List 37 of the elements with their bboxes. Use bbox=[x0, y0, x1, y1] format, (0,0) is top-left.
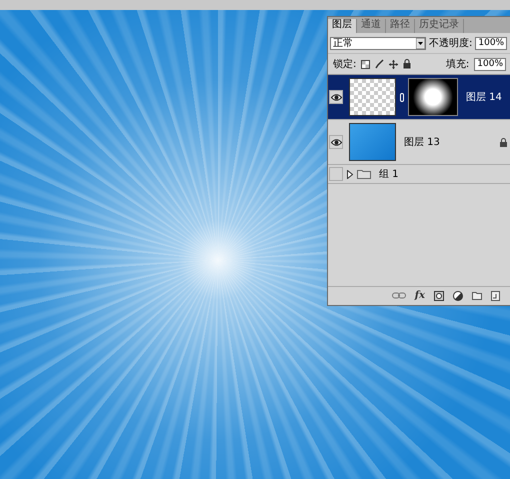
layer-name: 图层 14 bbox=[466, 91, 502, 104]
new-layer-icon[interactable] bbox=[491, 290, 500, 300]
layer-thumbnail bbox=[349, 123, 396, 161]
move-icon[interactable] bbox=[389, 60, 398, 68]
expand-triangle-icon[interactable] bbox=[347, 170, 353, 178]
link-icon[interactable] bbox=[392, 292, 406, 299]
panel-tab[interactable]: 历史记录 bbox=[415, 19, 464, 33]
opacity-field[interactable]: 100% bbox=[475, 36, 508, 50]
fill-field[interactable]: 100% bbox=[474, 58, 506, 70]
fill-label: 填充: bbox=[446, 58, 470, 71]
eye-icon bbox=[330, 138, 342, 146]
folder-icon[interactable] bbox=[472, 292, 482, 300]
folder-icon bbox=[357, 169, 371, 179]
adjustment-icon[interactable] bbox=[453, 290, 463, 300]
layer-row[interactable]: 图层 13 bbox=[328, 120, 510, 165]
layer-name: 图层 13 bbox=[404, 136, 440, 149]
mask-icon[interactable] bbox=[434, 290, 444, 300]
panel-tab[interactable]: 通道 bbox=[357, 19, 386, 33]
visibility-toggle[interactable] bbox=[329, 135, 343, 149]
blend-mode-dropdown[interactable]: 正常 bbox=[330, 36, 426, 50]
transparent-thumbnail bbox=[349, 78, 396, 116]
eye-icon bbox=[330, 94, 342, 100]
caret-icon bbox=[416, 38, 425, 48]
panel-tab[interactable]: 路径 bbox=[386, 19, 415, 33]
panel-tab[interactable]: 图层 bbox=[328, 19, 357, 33]
opacity-label: 不透明度: bbox=[429, 36, 472, 50]
lock-transparency-icon[interactable] bbox=[361, 60, 370, 68]
layer-row[interactable]: 组 1 bbox=[328, 165, 510, 184]
lock-icon[interactable] bbox=[403, 59, 412, 69]
lock-label: 锁定: bbox=[333, 58, 356, 71]
chain-link-icon bbox=[400, 92, 404, 102]
visibility-toggle[interactable] bbox=[329, 167, 343, 181]
layer-style-button[interactable]: fx bbox=[414, 290, 425, 301]
brush-icon[interactable] bbox=[375, 59, 384, 69]
group-name: 组 1 bbox=[379, 168, 399, 181]
visibility-toggle[interactable] bbox=[329, 90, 343, 104]
layer-row[interactable]: 图层 14 bbox=[328, 75, 510, 120]
